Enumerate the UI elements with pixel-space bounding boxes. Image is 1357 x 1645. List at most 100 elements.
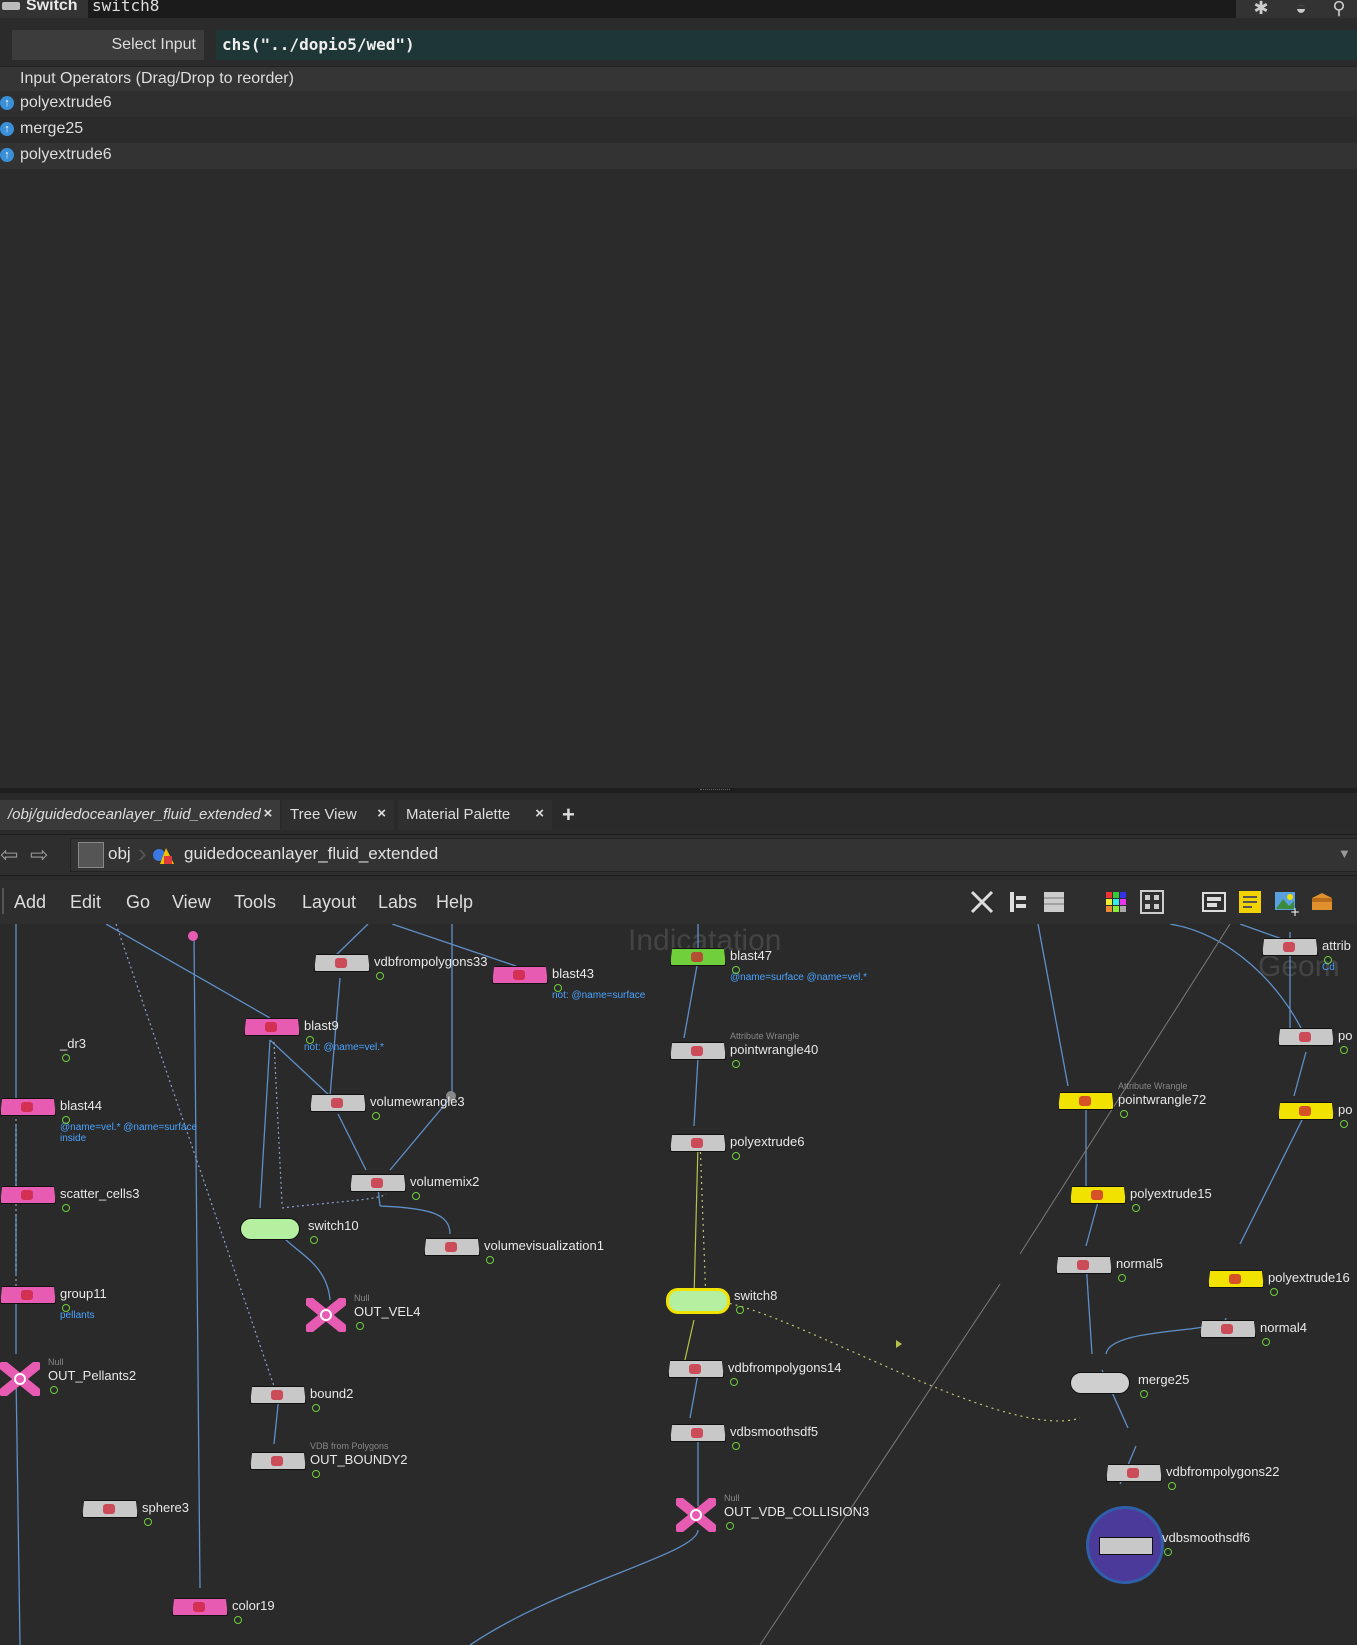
node-tile-icon[interactable] — [1200, 1320, 1256, 1338]
tab-network-path[interactable]: /obj/guidedoceanlayer_fluid_extended × — [0, 800, 280, 830]
menu-tools[interactable]: Tools — [234, 892, 276, 913]
node-status-dot-icon — [1340, 1120, 1348, 1128]
node-name-field-bg[interactable] — [88, 0, 1236, 18]
chevron-down-icon[interactable]: ▼ — [1338, 846, 1351, 861]
select-input-expression[interactable]: chs("../dopio5/wed") — [222, 35, 415, 54]
node-tile-icon[interactable] — [492, 966, 548, 984]
node-status-dot-icon — [312, 1404, 320, 1412]
node-tile-icon[interactable] — [670, 1042, 726, 1060]
close-icon[interactable]: × — [263, 805, 272, 822]
pane-splitter[interactable] — [0, 788, 1357, 793]
node-status-dot-icon — [412, 1192, 420, 1200]
node-name-label: volumewrangle3 — [370, 1094, 465, 1109]
node-tile-icon[interactable] — [1262, 938, 1318, 956]
breadcrumb-separator-icon: › — [138, 838, 147, 868]
node-tile-icon[interactable] — [250, 1452, 306, 1470]
switch-node-icon[interactable] — [240, 1218, 300, 1240]
shape-palette-icon[interactable] — [1138, 888, 1166, 916]
node-tile-icon[interactable] — [314, 954, 370, 972]
back-arrow-icon[interactable]: ⇦ — [0, 842, 18, 868]
menu-add[interactable]: Add — [14, 892, 46, 913]
node-tile-icon[interactable] — [1106, 1464, 1162, 1482]
node-status-dot-icon — [62, 1116, 70, 1124]
node-tile-icon[interactable] — [668, 1360, 724, 1378]
node-tile-icon[interactable] — [1278, 1028, 1334, 1046]
forward-arrow-icon[interactable]: ⇨ — [30, 842, 48, 868]
node-tile-icon[interactable] — [1070, 1186, 1126, 1204]
tab-material-palette[interactable]: Material Palette × — [398, 800, 552, 830]
add-tab-button[interactable]: + — [562, 802, 575, 828]
node-tile-icon[interactable] — [0, 1098, 56, 1116]
tab-label: Tree View — [290, 806, 357, 823]
list-icon[interactable] — [1040, 888, 1068, 916]
menu-view[interactable]: View — [172, 892, 211, 913]
tab-tree-view[interactable]: Tree View × — [282, 800, 394, 830]
node-tile-icon[interactable] — [1056, 1256, 1112, 1274]
node-tile-icon[interactable] — [0, 1286, 56, 1304]
input-arrow-icon: ↑ — [0, 122, 14, 136]
display-flag-node-icon[interactable] — [1086, 1506, 1164, 1584]
input-operator-label: polyextrude6 — [20, 146, 112, 163]
tools-icon[interactable] — [968, 888, 996, 916]
node-tile-icon[interactable] — [1208, 1270, 1264, 1288]
node-tile-icon[interactable] — [82, 1500, 138, 1518]
menu-labs[interactable]: Labs — [378, 892, 417, 913]
switch-node-icon[interactable] — [666, 1288, 730, 1314]
close-icon[interactable]: × — [377, 805, 386, 822]
breadcrumb-network[interactable]: guidedoceanlayer_fluid_extended — [184, 844, 438, 864]
select-input-expression-field[interactable]: chs("../dopio5/wed") — [216, 30, 1357, 60]
node-status-dot-icon — [1140, 1390, 1148, 1398]
node-tile-icon[interactable] — [670, 1134, 726, 1152]
network-box-icon[interactable] — [1200, 888, 1228, 916]
node-tile-icon[interactable] — [244, 1018, 300, 1036]
menu-layout[interactable]: Layout — [302, 892, 356, 913]
sticky-note-icon[interactable] — [1236, 888, 1264, 916]
node-name-field[interactable]: switch8 — [92, 0, 159, 15]
node-name-label: normal5 — [1116, 1256, 1163, 1271]
menu-go[interactable]: Go — [126, 892, 150, 913]
node-status-dot-icon — [50, 1386, 58, 1394]
node-name-label: blast44 — [60, 1098, 102, 1113]
tree-icon[interactable] — [1004, 888, 1032, 916]
search-icon[interactable]: ⚲ — [1326, 0, 1352, 18]
node-status-dot-icon — [144, 1518, 152, 1526]
close-icon[interactable]: × — [535, 805, 544, 822]
background-image-icon[interactable]: + — [1272, 888, 1300, 919]
input-operator-label: merge25 — [20, 120, 84, 137]
breadcrumb-obj[interactable]: obj — [108, 844, 131, 864]
node-tile-icon[interactable] — [350, 1174, 406, 1192]
menu-edit[interactable]: Edit — [70, 892, 101, 913]
input-operator-row[interactable]: ↑ merge25 — [0, 117, 1357, 143]
node-name-label: pointwrangle72 — [1118, 1092, 1207, 1107]
node-tile-icon[interactable] — [1278, 1102, 1334, 1120]
null-node-icon[interactable] — [0, 1362, 40, 1396]
node-tile-icon[interactable] — [310, 1094, 366, 1112]
node-name-label: polyextrude6 — [730, 1134, 805, 1149]
node-tile-icon[interactable] — [1058, 1092, 1114, 1110]
node-tile-icon[interactable] — [670, 1424, 726, 1442]
node-tile-icon[interactable] — [250, 1386, 306, 1404]
node-status-dot-icon — [1270, 1288, 1278, 1296]
color-palette-icon[interactable] — [1102, 888, 1130, 916]
helmet-icon[interactable]: ◒ — [1288, 0, 1314, 18]
node-tile-icon[interactable] — [670, 948, 726, 966]
node-tile-icon[interactable] — [0, 1186, 56, 1204]
asset-box-icon[interactable] — [1308, 888, 1336, 916]
null-node-icon[interactable] — [676, 1498, 716, 1532]
null-node-icon[interactable] — [306, 1298, 346, 1332]
node-tile-icon[interactable] — [172, 1598, 228, 1616]
node-comment: not: @name=vel.* — [304, 1042, 384, 1053]
input-operator-row[interactable]: ↑ polyextrude6 — [0, 91, 1357, 117]
node-name-label: polyextrude16 — [1268, 1270, 1350, 1285]
gear-icon[interactable]: ✱ — [1248, 0, 1274, 18]
node-name-label: OUT_BOUNDY2 — [310, 1452, 408, 1467]
node-status-dot-icon — [1168, 1482, 1176, 1490]
network-editor[interactable]: Indicatation Geom vdbfrompolygons33 blas… — [0, 924, 1357, 1645]
input-operator-label: polyextrude6 — [20, 94, 112, 111]
node-tile-icon[interactable] — [424, 1238, 480, 1256]
merge-node-icon[interactable] — [1070, 1372, 1130, 1394]
input-operators-header: Input Operators (Drag/Drop to reorder) — [0, 66, 1357, 92]
input-operator-row[interactable]: ↑ polyextrude6 — [0, 143, 1357, 169]
node-name-label: attrib — [1322, 938, 1351, 953]
menu-help[interactable]: Help — [436, 892, 473, 913]
